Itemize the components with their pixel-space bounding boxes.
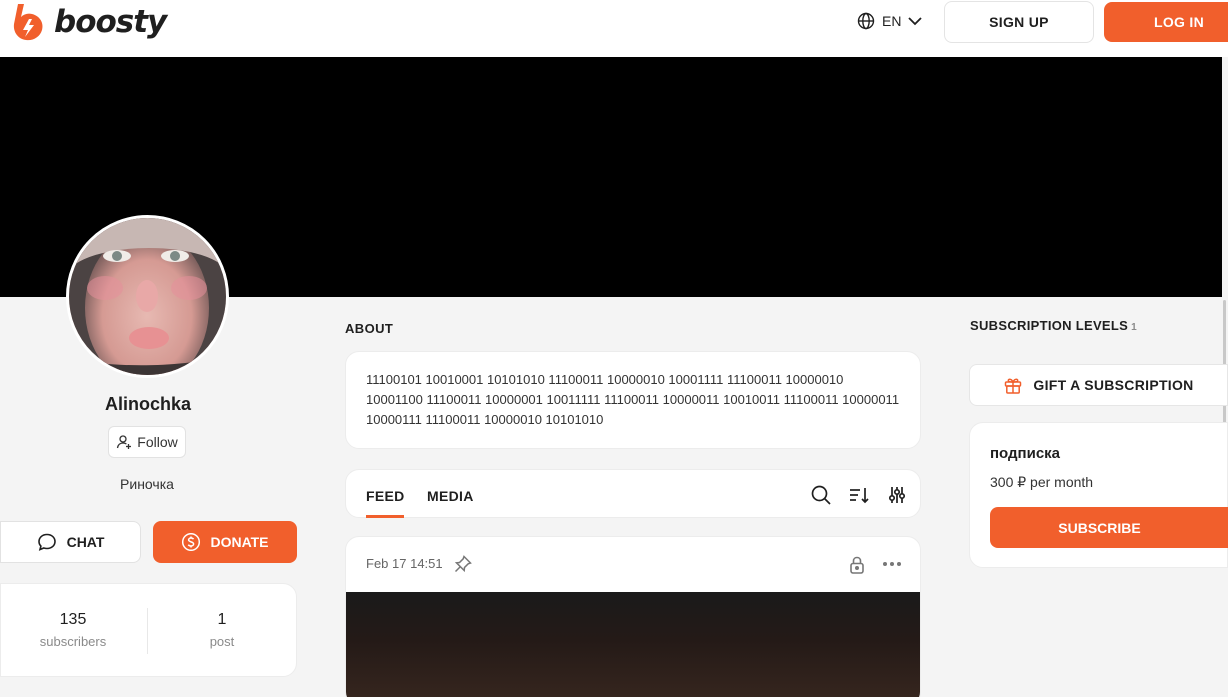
subscribers-stat: 135 subscribers xyxy=(13,611,133,649)
chevron-down-icon xyxy=(908,17,923,26)
about-heading: ABOUT xyxy=(345,321,394,336)
active-tab-indicator xyxy=(366,515,404,518)
log-in-button[interactable]: LOG IN xyxy=(1104,2,1228,42)
chat-bubble-icon xyxy=(37,533,56,551)
coin-icon xyxy=(182,532,201,552)
sort-icon[interactable] xyxy=(848,484,870,506)
gift-icon xyxy=(1005,378,1022,394)
subscribers-count: 135 xyxy=(59,611,87,628)
gift-subscription-label: GIFT A SUBSCRIPTION xyxy=(1033,377,1194,393)
level-name: подписка xyxy=(990,445,1061,462)
sign-up-button[interactable]: SIGN UP xyxy=(944,1,1094,43)
subscription-levels-title: SUBSCRIPTION LEVELS xyxy=(970,318,1129,333)
subscribers-label: subscribers xyxy=(39,634,107,649)
post-card: Feb 17 14:51 xyxy=(345,536,921,697)
chat-label: CHAT xyxy=(66,534,105,550)
posts-count: 1 xyxy=(217,611,227,628)
search-icon[interactable] xyxy=(810,484,832,506)
post-media-preview[interactable] xyxy=(346,592,920,697)
avatar xyxy=(66,215,229,378)
gift-subscription-button[interactable]: GIFT A SUBSCRIPTION xyxy=(969,364,1228,406)
post-date: Feb 17 14:51 xyxy=(366,556,443,571)
follow-label: Follow xyxy=(137,434,178,450)
profile-bio: Риночка xyxy=(120,476,174,492)
user-plus-icon xyxy=(117,435,132,449)
stats-divider xyxy=(147,608,148,654)
profile-stats: 135 subscribers 1 post xyxy=(0,583,297,677)
profile-name: Alinochka xyxy=(104,394,192,414)
top-header: boosty EN SIGN UP LOG IN xyxy=(0,0,1228,57)
donate-button[interactable]: DONATE xyxy=(153,521,297,563)
subscription-levels-count: 1 xyxy=(1131,322,1137,333)
subscription-levels-heading: SUBSCRIPTION LEVELS 1 xyxy=(970,318,1137,333)
feed-tabs-bar: FEED MEDIA xyxy=(345,469,921,518)
logo-wordmark: boosty xyxy=(54,4,167,40)
boosty-logo[interactable]: boosty xyxy=(10,2,167,42)
globe-icon xyxy=(857,12,875,30)
chat-button[interactable]: CHAT xyxy=(0,521,141,563)
tab-feed[interactable]: FEED xyxy=(366,488,405,504)
boosty-logo-icon xyxy=(13,4,43,41)
donate-label: DONATE xyxy=(210,534,269,550)
about-text: 11100101 10010001 10101010 11100011 1000… xyxy=(345,351,921,449)
tab-media[interactable]: MEDIA xyxy=(427,488,474,504)
lock-icon xyxy=(850,556,864,574)
level-price: 300 ₽ per month xyxy=(990,474,1094,490)
follow-button[interactable]: Follow xyxy=(108,426,186,458)
filter-icon[interactable] xyxy=(886,484,908,506)
posts-stat: 1 post xyxy=(162,611,282,649)
pin-icon[interactable] xyxy=(453,554,473,574)
more-icon[interactable] xyxy=(882,561,902,567)
language-label: EN xyxy=(882,13,902,29)
subscribe-button[interactable]: SUBSCRIBE xyxy=(990,507,1228,548)
subscription-level-card: подписка 300 ₽ per month SUBSCRIBE xyxy=(969,422,1228,568)
posts-label: post xyxy=(209,634,235,649)
language-selector[interactable]: EN xyxy=(857,11,923,31)
